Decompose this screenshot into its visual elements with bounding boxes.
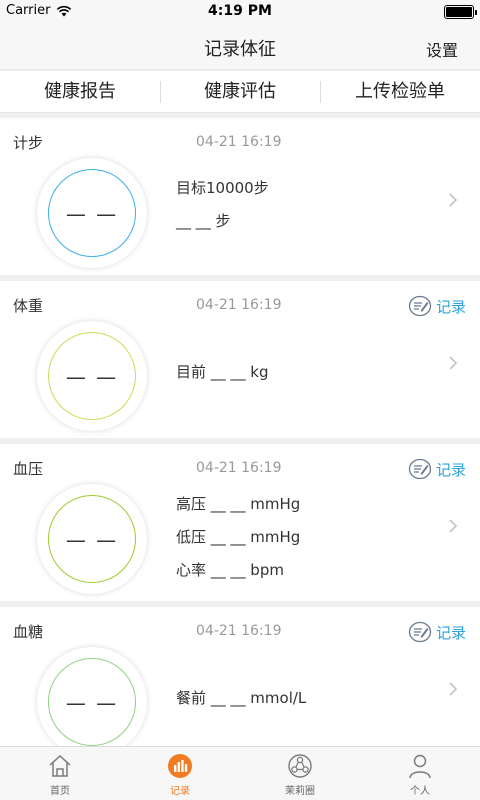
tabbar-home[interactable]: 首页 (0, 747, 120, 800)
tabbar-record[interactable]: 记录 (120, 747, 240, 800)
record-button[interactable]: 记录 (408, 295, 466, 317)
edit-note-icon (408, 295, 432, 317)
chevron-right-icon[interactable] (448, 681, 458, 697)
gauge-value: — — (65, 528, 119, 552)
chevron-right-icon[interactable] (448, 355, 458, 371)
tabbar-label: 首页 (50, 786, 70, 797)
record-button[interactable]: 记录 (408, 458, 466, 480)
metric-goal: 目标10000步 (176, 179, 269, 197)
tabbar-circle[interactable]: 茉莉圈 (240, 747, 360, 800)
metric-weight: 目前 __ __ kg (176, 363, 269, 381)
tab-health-report[interactable]: 健康报告 (0, 71, 160, 112)
card-datetime: 04-21 16:19 (196, 460, 282, 476)
weight-gauge: — — (37, 321, 147, 431)
blood-pressure-gauge: — — (37, 484, 147, 594)
gauge-value: — — (65, 365, 119, 389)
card-metrics: 高压 __ __ mmHg 低压 __ __ mmHg 心率 __ __ bpm (176, 488, 300, 587)
card-metrics: 目标10000步 __ __ 步 (176, 172, 269, 238)
card-datetime: 04-21 16:19 (196, 623, 282, 639)
record-icon (168, 754, 192, 778)
settings-button[interactable]: 设置 (426, 37, 458, 61)
metric-diastolic: 低压 __ __ mmHg (176, 528, 301, 546)
edit-note-icon (408, 621, 432, 643)
card-steps[interactable]: 计步 04-21 16:19 — — 目标10000步 __ __ 步 (0, 118, 480, 275)
tabbar-label: 个人 (410, 786, 430, 797)
tabbar-label: 茉莉圈 (285, 786, 315, 797)
battery-icon (444, 5, 477, 19)
home-icon (49, 754, 71, 777)
top-tabs: 健康报告 健康评估 上传检验单 (0, 71, 480, 113)
gauge-value: — — (65, 691, 119, 715)
card-metrics: 餐前 __ __ mmol/L (176, 682, 306, 715)
edit-note-icon (408, 458, 432, 480)
bottom-tab-bar: 首页 记录 茉莉圈 个人 (0, 746, 480, 800)
metric-fasting: 餐前 __ __ mmol/L (176, 689, 307, 707)
gauge-value: — — (65, 202, 119, 226)
tabbar-label: 记录 (170, 786, 190, 797)
circle-icon (288, 754, 312, 778)
metric-steps: __ __ 步 (176, 212, 231, 230)
record-label: 记录 (435, 297, 466, 316)
metric-heart-rate: 心率 __ __ bpm (176, 561, 284, 579)
chevron-right-icon[interactable] (448, 192, 458, 208)
record-label: 记录 (435, 460, 466, 479)
clock: 4:19 PM (208, 3, 272, 19)
tab-health-assessment[interactable]: 健康评估 (160, 71, 320, 112)
card-title: 血糖 (13, 623, 44, 641)
steps-gauge: — — (37, 158, 147, 268)
card-title: 体重 (13, 297, 44, 315)
card-blood-pressure[interactable]: 血压 04-21 16:19 记录 — — 高压 __ __ mmHg 低压 _… (0, 444, 480, 601)
card-datetime: 04-21 16:19 (196, 134, 282, 150)
card-datetime: 04-21 16:19 (196, 297, 282, 313)
blood-sugar-gauge: — — (37, 647, 147, 757)
card-metrics: 目前 __ __ kg (176, 356, 269, 389)
nav-bar: 记录体征 设置 (0, 24, 480, 70)
chevron-right-icon[interactable] (448, 518, 458, 534)
person-icon (409, 754, 431, 779)
record-button[interactable]: 记录 (408, 621, 466, 643)
card-blood-sugar[interactable]: 血糖 04-21 16:19 记录 — — 餐前 __ __ mmol/L (0, 607, 480, 764)
record-label: 记录 (435, 623, 466, 642)
card-title: 血压 (13, 460, 44, 478)
tabbar-profile[interactable]: 个人 (360, 747, 480, 800)
page-title: 记录体征 (204, 39, 276, 60)
metric-systolic: 高压 __ __ mmHg (176, 495, 301, 513)
card-title: 计步 (13, 134, 44, 152)
card-weight[interactable]: 体重 04-21 16:19 记录 — — 目前 __ __ kg (0, 281, 480, 438)
tab-upload-lab-report[interactable]: 上传检验单 (320, 71, 480, 112)
status-bar: Carrier 4:19 PM (0, 0, 480, 24)
